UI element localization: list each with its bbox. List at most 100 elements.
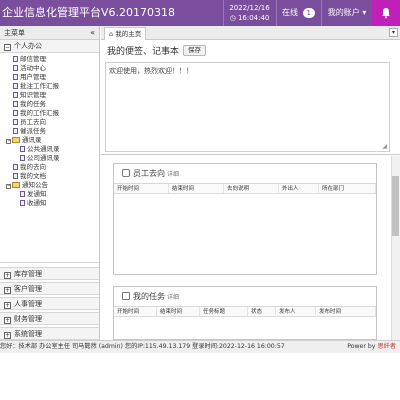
sidebar-item[interactable]: 发通知: [0, 190, 99, 199]
sidebar-item-label: 发通知: [27, 190, 47, 198]
collapse-icon[interactable]: «: [90, 26, 95, 40]
accordion-label: 个人办公: [14, 42, 42, 50]
online-users-button[interactable]: 在线 1: [276, 0, 320, 26]
panel-title: 我的任务: [133, 292, 165, 301]
tab-scroll-button[interactable]: ▾: [389, 28, 398, 37]
login-status: 您好：技术部 办公室主任 司马懿然 (admin) 您的IP:115.49.13…: [0, 343, 285, 350]
notes-content: 欢迎使用，热烈欢迎！！！: [109, 67, 193, 75]
datetime-display: 2022/12/16 ◷ 16:04:40: [223, 0, 275, 26]
panel-header: 员工去向 详细: [114, 164, 376, 184]
folder-icon: [12, 137, 20, 143]
sidebar-item[interactable]: 批注工作汇报: [0, 82, 99, 91]
sidebar-item[interactable]: 员工去向: [0, 118, 99, 127]
sidebar-item-label: 用户管理: [20, 73, 46, 81]
date-text: 2022/12/16: [229, 4, 270, 12]
column-header[interactable]: 任务标题: [200, 307, 248, 316]
sidebar-item[interactable]: 活动中心: [0, 64, 99, 73]
column-header[interactable]: 状态: [248, 307, 276, 316]
accordion-menu-group[interactable]: + 客户管理: [0, 282, 99, 295]
accordion-menu-group[interactable]: + 库存管理: [0, 267, 99, 280]
my-account-dropdown[interactable]: 我的账户 ▾: [321, 0, 372, 26]
sidebar-item-label: 收通知: [27, 199, 47, 207]
sidebar-item[interactable]: − 通讯录: [0, 136, 99, 145]
sidebar-item[interactable]: 我的文档: [0, 172, 99, 181]
office-tree: 邮信管理 活动中心 用户管理 批注工作汇报 知识管理 我的任务 我的工作汇报 员工去向 催派任务…: [0, 53, 99, 263]
accordion-menu-group[interactable]: + 人事管理: [0, 297, 99, 310]
column-header[interactable]: 结束时间: [157, 307, 200, 316]
collapse-icon[interactable]: −: [6, 139, 11, 144]
edit-icon: [122, 292, 130, 300]
sidebar-item[interactable]: 知识管理: [0, 91, 99, 100]
sidebar-item[interactable]: 用户管理: [0, 73, 99, 82]
document-icon: [13, 173, 18, 179]
sidebar-item-label: 我的文档: [20, 172, 46, 180]
document-icon: [20, 191, 25, 197]
staff-whereabouts-panel: 员工去向 详细 开始时间 结束时间 去向说明 外出人 所在部门: [113, 163, 377, 275]
detail-link[interactable]: 详细: [167, 294, 179, 301]
notes-textarea[interactable]: 欢迎使用，热烈欢迎！！！ ◢: [105, 62, 390, 152]
document-icon: [20, 146, 25, 152]
table-header: 开始时间 结束时间 去向说明 外出人 所在部门: [114, 184, 376, 194]
tab-home[interactable]: ⌂ 我的主页: [104, 27, 147, 40]
accordion-label: 财务管理: [14, 315, 42, 323]
sidebar-item[interactable]: 公司通讯录: [0, 154, 99, 163]
accordion-label: 客户管理: [14, 285, 42, 293]
sidebar-item-label: 催派任务: [20, 127, 46, 135]
sidebar-item-label: 公司通讯录: [27, 154, 60, 162]
sidebar-item-label: 邮信管理: [20, 55, 46, 63]
sidebar-item[interactable]: − 通知公告: [0, 181, 99, 190]
expand-box-icon: +: [4, 317, 11, 324]
detail-link[interactable]: 详细: [167, 171, 179, 178]
sidebar-item[interactable]: 我的工作汇报: [0, 109, 99, 118]
sidebar-item[interactable]: 我的任务: [0, 100, 99, 109]
time-value: 16:04:40: [237, 14, 270, 22]
status-footer: 您好：技术部 办公室主任 司马懿然 (admin) 您的IP:115.49.13…: [0, 340, 400, 353]
collapsed-menu-groups: + 库存管理 + 客户管理 + 人事管理 + 财务管理 + 系统管理: [0, 267, 99, 340]
column-header[interactable]: 发布时间: [316, 307, 376, 316]
my-tasks-panel: 我的任务 详细 开始时间 结束时间 任务标题 状态 发布人 发布时间: [113, 286, 377, 340]
expand-box-icon: +: [4, 272, 11, 279]
document-icon: [13, 119, 18, 125]
brand-link[interactable]: 思纤者: [377, 343, 396, 350]
accordion-menu-group[interactable]: + 系统管理: [0, 327, 99, 340]
sidebar-item[interactable]: 催派任务: [0, 127, 99, 136]
vertical-scrollbar[interactable]: [391, 156, 400, 340]
document-icon: [13, 128, 18, 134]
column-header[interactable]: 所在部门: [319, 184, 376, 193]
column-header[interactable]: 开始时间: [114, 184, 169, 193]
notification-button[interactable]: [372, 0, 400, 26]
column-header[interactable]: 外出人: [279, 184, 319, 193]
app-title: 企业信息化管理平台V6.20170318: [2, 6, 176, 19]
column-header[interactable]: 开始时间: [114, 307, 157, 316]
sidebar-item[interactable]: 收通知: [0, 199, 99, 208]
sidebar: 主菜单 « − 个人办公 邮信管理 活动中心 用户管理 批注工作汇报 知识管理 我的任务 我的…: [0, 26, 100, 340]
accordion-label: 人事管理: [14, 300, 42, 308]
sidebar-item[interactable]: 我的去向: [0, 163, 99, 172]
chat-icon: [122, 169, 130, 177]
sidebar-header: 主菜单 «: [0, 26, 99, 40]
accordion-personal-office[interactable]: − 个人办公: [0, 40, 99, 53]
document-icon: [13, 110, 18, 116]
column-header[interactable]: 发布人: [276, 307, 316, 316]
collapse-box-icon: −: [4, 44, 11, 51]
sidebar-item[interactable]: 公共通讯录: [0, 145, 99, 154]
sidebar-item[interactable]: 邮信管理: [0, 55, 99, 64]
expand-box-icon: +: [4, 287, 11, 294]
accordion-label: 系统管理: [14, 330, 42, 338]
online-label: 在线: [281, 8, 298, 17]
accordion-menu-group[interactable]: + 财务管理: [0, 312, 99, 325]
sidebar-item-label: 活动中心: [20, 64, 46, 72]
expand-box-icon: +: [4, 302, 11, 309]
document-icon: [13, 74, 18, 80]
document-icon: [13, 164, 18, 170]
collapse-icon[interactable]: −: [6, 184, 11, 189]
column-header[interactable]: 结束时间: [169, 184, 224, 193]
column-header[interactable]: 去向说明: [224, 184, 279, 193]
resize-grip-icon[interactable]: ◢: [382, 143, 387, 150]
notes-panel: 我的便签、记事本 保存 欢迎使用，热烈欢迎！！！ ◢: [101, 40, 400, 155]
document-icon: [13, 92, 18, 98]
sidebar-item-label: 公共通讯录: [27, 145, 60, 153]
document-icon: [13, 101, 18, 107]
save-button[interactable]: 保存: [183, 45, 206, 56]
scrollbar-thumb[interactable]: [392, 176, 399, 236]
